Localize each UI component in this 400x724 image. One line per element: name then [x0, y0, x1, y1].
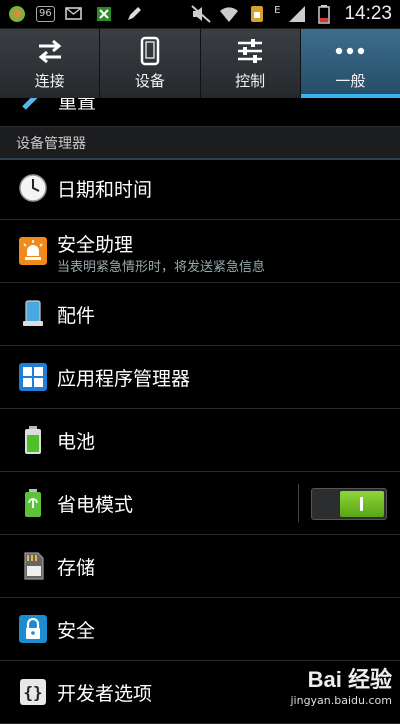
list-item-label: 电池: [57, 431, 96, 453]
mute-icon: [190, 4, 212, 24]
sim-card-icon: [246, 4, 268, 24]
tab-label: 连接: [34, 72, 65, 90]
wifi-icon: [218, 4, 240, 24]
notification-badge: 96: [36, 6, 55, 22]
tab-label: 一般: [335, 72, 366, 90]
list-item-label: 配件: [57, 305, 96, 327]
phone-icon: [133, 36, 167, 66]
reset-icon: [20, 98, 44, 112]
status-bar: 96 E 14:23: [0, 0, 400, 29]
tab-connections[interactable]: 连接: [0, 29, 101, 98]
watermark-url: jingyan.baidu.com: [290, 694, 392, 707]
list-item-label: 安全助理: [57, 234, 134, 256]
battery-icon: [18, 425, 48, 455]
list-item-date-time[interactable]: 日期和时间: [0, 157, 400, 220]
alarm-icon: [18, 236, 48, 266]
list-item-reset[interactable]: 重置: [0, 98, 400, 126]
device-accessory-icon: [18, 299, 48, 329]
app-grid-icon: [18, 362, 48, 392]
braces-icon: {}: [18, 677, 48, 707]
list-item-security[interactable]: 安全: [0, 598, 400, 661]
list-item-label: 开发者选项: [57, 683, 153, 705]
sd-card-icon: [18, 551, 48, 581]
tab-controls[interactable]: 控制: [201, 29, 301, 98]
list-item-accessory[interactable]: 配件: [0, 283, 400, 346]
svg-text:{}: {}: [23, 683, 42, 702]
section-header: 设备管理器: [0, 126, 400, 160]
more-dots-icon: [333, 36, 367, 66]
watermark-logo: Bai 经验: [307, 667, 392, 692]
sliders-icon: [233, 36, 267, 66]
divider: [298, 484, 299, 522]
network-type: E: [274, 4, 281, 16]
battery-status-icon: [314, 4, 336, 24]
tab-general[interactable]: 一般: [300, 29, 400, 98]
download-icon: [93, 4, 115, 24]
watermark: Bai 经验 jingyan.baidu.com: [290, 662, 392, 707]
tab-label: 控制: [235, 72, 266, 90]
toggle-knob: [340, 491, 384, 517]
list-item-safety-assistance[interactable]: 安全助理 当表明紧急情形时，将发送紧急信息: [0, 220, 400, 283]
message-icon: [63, 4, 85, 24]
tab-label: 设备: [134, 72, 165, 90]
tab-device[interactable]: 设备: [100, 29, 201, 98]
section-title: 设备管理器: [16, 136, 86, 152]
list-item-application-manager[interactable]: 应用程序管理器: [0, 346, 400, 409]
list-item-label: 省电模式: [57, 494, 134, 516]
list-item-label: 存储: [57, 557, 96, 579]
list-item-storage[interactable]: 存储: [0, 535, 400, 598]
clock-time: 14:23: [344, 3, 392, 24]
swap-arrows-icon: [33, 36, 67, 66]
list-item-label: 应用程序管理器: [57, 368, 191, 390]
clock-icon: [18, 173, 48, 203]
list-item-description: 当表明紧急情形时，将发送紧急信息: [57, 260, 266, 275]
signal-icon: [286, 4, 308, 24]
app-notification-icon: [6, 4, 28, 24]
settings-tabs: 连接 设备 控制 一般: [0, 29, 400, 98]
list-item-battery[interactable]: 电池: [0, 409, 400, 472]
power-saving-icon: [18, 488, 48, 518]
list-item-label: 日期和时间: [57, 179, 153, 201]
pen-icon: [123, 4, 145, 24]
lock-icon: [18, 614, 48, 644]
list-item-label: 安全: [57, 620, 96, 642]
list-item-power-saving[interactable]: 省电模式: [0, 472, 400, 535]
power-saving-toggle[interactable]: [311, 488, 387, 520]
list-item-label: 重置: [58, 98, 97, 113]
